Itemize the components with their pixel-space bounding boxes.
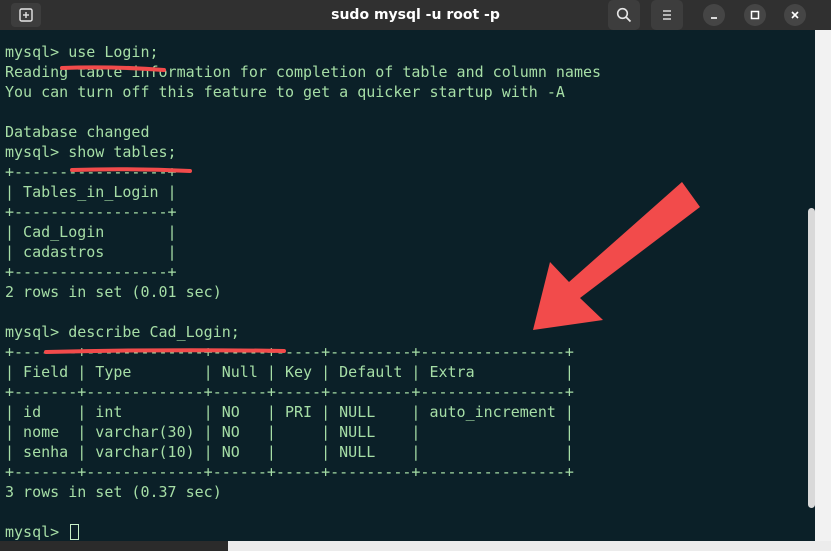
- prompt-text: mysql>: [5, 523, 69, 541]
- title-bar: sudo mysql -u root -p: [0, 0, 831, 30]
- minimize-button[interactable]: [703, 4, 725, 26]
- terminal-line: | Cad_Login |: [5, 223, 177, 241]
- close-button[interactable]: [784, 4, 806, 26]
- terminal-line: | cadastros |: [5, 243, 177, 261]
- terminal-lines: mysql> use Login; Reading table informat…: [5, 42, 601, 542]
- terminal-line: | Tables_in_Login |: [5, 183, 177, 201]
- maximize-icon: [750, 10, 760, 20]
- text-cursor: [70, 524, 80, 540]
- terminal-line: Database changed: [5, 123, 150, 141]
- terminal-line: Reading table information for completion…: [5, 63, 602, 81]
- minimize-icon: [711, 17, 717, 19]
- terminal-line: 3 rows in set (0.37 sec): [5, 483, 222, 501]
- terminal-line: +-----------------+: [5, 263, 177, 281]
- terminal-line: mysql> show tables;: [5, 143, 177, 161]
- background-window-strip: [815, 30, 831, 551]
- maximize-button[interactable]: [744, 4, 766, 26]
- search-button[interactable]: [608, 0, 640, 30]
- prompt-line[interactable]: mysql>: [5, 522, 601, 542]
- terminal-window: sudo mysql -u root -p mysql> use Login; …: [0, 0, 831, 551]
- background-window-bottom: [228, 541, 831, 551]
- terminal-line: | nome | varchar(30) | NO | | NULL | |: [5, 423, 574, 441]
- scrollbar[interactable]: [808, 208, 815, 508]
- terminal-line: | Field | Type | Null | Key | Default | …: [5, 363, 574, 381]
- terminal-line: You can turn off this feature to get a q…: [5, 83, 565, 101]
- terminal-line: 2 rows in set (0.01 sec): [5, 283, 222, 301]
- hamburger-menu-icon: [663, 10, 671, 20]
- terminal-line: +-----------------+: [5, 203, 177, 221]
- menu-button[interactable]: [651, 0, 683, 30]
- terminal-line: +-------+-------------+------+-----+----…: [5, 463, 574, 481]
- terminal-output-area[interactable]: mysql> use Login; Reading table informat…: [0, 30, 831, 551]
- terminal-line: | id | int | NO | PRI | NULL | auto_incr…: [5, 403, 574, 421]
- terminal-line: | senha | varchar(10) | NO | | NULL | |: [5, 443, 574, 461]
- terminal-line: +-------+-------------+------+-----+----…: [5, 343, 574, 361]
- terminal-line: +-----------------+: [5, 163, 177, 181]
- terminal-line: mysql> describe Cad_Login;: [5, 323, 240, 341]
- close-icon: [791, 11, 799, 19]
- search-icon: [616, 7, 632, 23]
- terminal-line: +-------+-------------+------+-----+----…: [5, 383, 574, 401]
- terminal-line: mysql> use Login;: [5, 43, 159, 61]
